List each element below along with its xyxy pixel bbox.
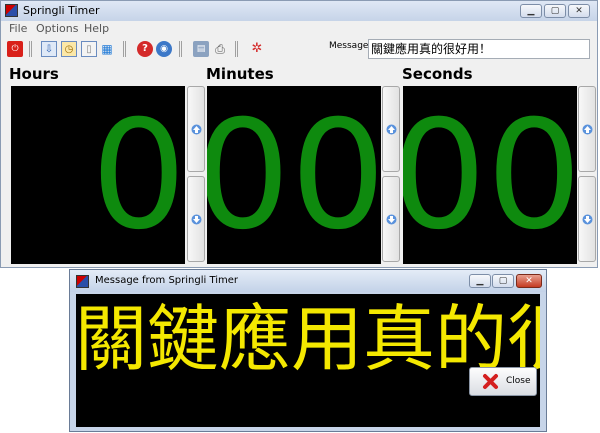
minutes-down-button[interactable] <box>382 176 400 262</box>
main-window: Springli Timer ▁ ▢ ✕ File Options Help ⏻… <box>0 0 598 268</box>
arrow-up-icon <box>582 124 593 135</box>
seconds-label: Seconds <box>402 65 473 83</box>
message-display: 關鍵應用真的很好用！ <box>76 294 540 427</box>
help-icon[interactable]: ? <box>137 41 153 57</box>
hours-up-button[interactable] <box>187 86 205 172</box>
seconds-up-button[interactable] <box>578 86 596 172</box>
toolbar-separator <box>235 41 238 57</box>
close-message-button[interactable]: Close <box>469 367 537 396</box>
menu-file[interactable]: File <box>9 22 27 35</box>
arrow-up-icon <box>386 124 397 135</box>
arrow-down-icon <box>386 214 397 225</box>
close-x-icon <box>483 374 498 389</box>
seconds-value: 00 <box>403 89 577 263</box>
hours-display: 00 <box>11 86 185 264</box>
toolbar-separator <box>29 41 32 57</box>
app-logo-icon <box>5 4 18 17</box>
printer-icon[interactable]: ⎙ <box>212 41 228 57</box>
calculator-icon[interactable]: ▤ <box>193 41 209 57</box>
menu-bar: File Options Help <box>1 21 597 37</box>
title-bar[interactable]: Springli Timer ▁ ▢ ✕ <box>1 1 597 21</box>
minutes-display: 00 <box>207 86 381 264</box>
clock-icon[interactable]: ◷ <box>61 41 77 57</box>
arrow-up-icon <box>191 124 202 135</box>
menu-help[interactable]: Help <box>84 22 109 35</box>
message-close-window-button[interactable]: ✕ <box>516 274 542 288</box>
windows-icon[interactable]: ▦ <box>99 41 115 57</box>
download-icon[interactable]: ⇩ <box>41 41 57 57</box>
message-input[interactable]: 關鍵應用真的很好用！ <box>368 39 590 59</box>
spinner-icon[interactable]: ✲ <box>249 41 265 57</box>
message-window-title: Message from Springli Timer <box>95 275 239 286</box>
minutes-label: Minutes <box>206 65 274 83</box>
globe-icon[interactable]: ◉ <box>156 41 172 57</box>
close-button[interactable]: ✕ <box>568 4 590 18</box>
hours-label: Hours <box>9 65 59 83</box>
minimize-button[interactable]: ▁ <box>520 4 542 18</box>
minutes-value: 00 <box>207 89 381 263</box>
menu-options[interactable]: Options <box>36 22 78 35</box>
message-maximize-button[interactable]: ▢ <box>492 274 514 288</box>
minutes-up-button[interactable] <box>382 86 400 172</box>
message-window: Message from Springli Timer ▁ ▢ ✕ 關鍵應用真的… <box>69 269 547 432</box>
seconds-down-button[interactable] <box>578 176 596 262</box>
hours-value: 00 <box>91 89 185 263</box>
toolbar-separator <box>179 41 182 57</box>
arrow-down-icon <box>582 214 593 225</box>
message-label: Message <box>329 41 369 51</box>
maximize-button[interactable]: ▢ <box>544 4 566 18</box>
arrow-down-icon <box>191 214 202 225</box>
message-title-bar[interactable]: Message from Springli Timer ▁ ▢ ✕ <box>70 270 546 292</box>
hours-down-button[interactable] <box>187 176 205 262</box>
seconds-display: 00 <box>403 86 577 264</box>
toolbar-separator <box>123 41 126 57</box>
close-button-label: Close <box>506 376 531 386</box>
app-logo-icon <box>76 275 89 288</box>
window-title: Springli Timer <box>23 4 100 17</box>
power-icon[interactable]: ⏻ <box>7 41 23 57</box>
message-minimize-button[interactable]: ▁ <box>469 274 491 288</box>
document-icon[interactable]: ▯ <box>81 41 97 57</box>
